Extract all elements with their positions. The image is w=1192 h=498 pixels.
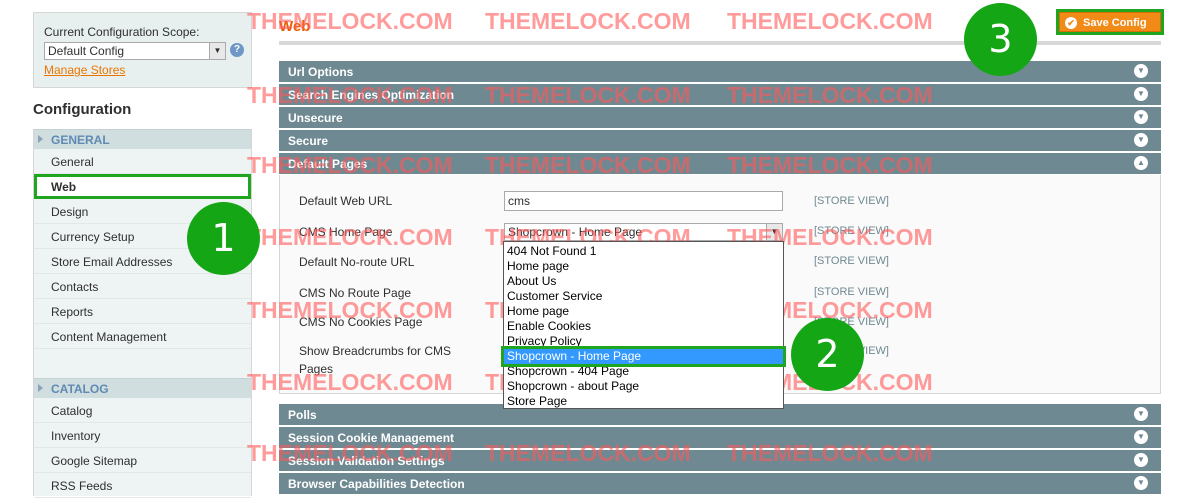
scope-select[interactable]: Default Config ▼ <box>44 42 226 60</box>
sidebar-item-rss-feeds[interactable]: RSS Feeds <box>34 473 251 498</box>
section-unsecure[interactable]: Unsecure ▼ <box>279 107 1161 128</box>
watermark: THEMELOCK.COM <box>485 82 691 108</box>
scope-tag: [STORE VIEW] <box>814 255 889 267</box>
cms-home-page-dropdown: 404 Not Found 1 Home page About Us Custo… <box>501 241 786 409</box>
watermark: THEMELOCK.COM <box>727 82 933 108</box>
expand-icon: ▼ <box>1134 110 1148 124</box>
expand-arrow-icon <box>38 135 43 143</box>
dropdown-option[interactable]: About Us <box>504 274 783 289</box>
watermark: THEMELOCK.COM <box>247 8 453 34</box>
sidebar-item-web[interactable]: Web <box>34 174 251 199</box>
dropdown-option[interactable]: Enable Cookies <box>504 319 783 334</box>
sidebar-item-catalog[interactable]: Catalog <box>34 398 251 423</box>
dropdown-option[interactable]: Shopcrown - 404 Page <box>504 364 783 379</box>
step-badge-1: 1 <box>187 202 260 275</box>
watermark: THEMELOCK.COM <box>247 369 453 395</box>
collapse-icon: ▲ <box>1134 156 1148 170</box>
section-url-options[interactable]: Url Options ▼ <box>279 61 1161 82</box>
field-label-default-web-url: Default Web URL <box>299 194 393 208</box>
chevron-down-icon: ▼ <box>209 43 225 59</box>
save-config-button[interactable]: ✔ Save Config <box>1059 12 1161 32</box>
step-badge-3: 3 <box>964 3 1037 76</box>
expand-icon: ▼ <box>1134 453 1148 467</box>
manage-stores-link[interactable]: Manage Stores <box>44 63 251 77</box>
section-secure[interactable]: Secure ▼ <box>279 130 1161 151</box>
watermark: THEMELOCK.COM <box>485 8 691 34</box>
watermark: THEMELOCK.COM <box>727 152 933 178</box>
watermark: THEMELOCK.COM <box>247 224 453 250</box>
check-icon: ✔ <box>1065 17 1077 29</box>
scope-tag: [STORE VIEW] <box>814 195 889 207</box>
sidebar-item-reports[interactable]: Reports <box>34 299 251 324</box>
sidebar-item-google-sitemap[interactable]: Google Sitemap <box>34 448 251 473</box>
expand-icon: ▼ <box>1134 430 1148 444</box>
scope-label: Current Configuration Scope: <box>44 25 200 39</box>
sidebar-group-general[interactable]: GENERAL <box>34 129 251 149</box>
dropdown-option[interactable]: Shopcrown - about Page <box>504 379 783 394</box>
save-config-label: Save Config <box>1083 17 1147 29</box>
dropdown-option[interactable]: Home page <box>504 304 783 319</box>
save-config-highlight: ✔ Save Config <box>1056 9 1164 35</box>
sidebar-item-general[interactable]: General <box>34 149 251 174</box>
expand-arrow-icon <box>38 384 43 392</box>
section-browser-capabilities-detection[interactable]: Browser Capabilities Detection ▼ <box>279 473 1161 494</box>
watermark: THEMELOCK.COM <box>727 440 933 466</box>
field-label-show-breadcrumbs: Show Breadcrumbs for CMS <box>299 344 452 358</box>
dropdown-option[interactable]: 404 Not Found 1 <box>504 244 783 259</box>
field-label-default-no-route-url: Default No-route URL <box>299 255 415 269</box>
dropdown-option[interactable]: Customer Service <box>504 289 783 304</box>
sidebar-item-inventory[interactable]: Inventory <box>34 423 251 448</box>
step-badge-2: 2 <box>791 318 864 391</box>
expand-icon: ▼ <box>1134 133 1148 147</box>
sidebar: GENERAL General Web Design Currency Setu… <box>33 129 252 498</box>
watermark: THEMELOCK.COM <box>247 440 453 466</box>
scope-select-value: Default Config <box>48 44 125 58</box>
expand-icon: ▼ <box>1134 407 1148 421</box>
sidebar-group-catalog[interactable]: CATALOG <box>34 378 251 398</box>
sidebar-item-contacts[interactable]: Contacts <box>34 274 251 299</box>
dropdown-option-selected[interactable]: Shopcrown - Home Page <box>501 346 786 367</box>
sidebar-title: Configuration <box>33 101 132 118</box>
expand-icon: ▼ <box>1134 87 1148 101</box>
sidebar-item-content-management[interactable]: Content Management <box>34 324 251 349</box>
help-icon[interactable]: ? <box>230 43 244 57</box>
dropdown-option[interactable]: Home page <box>504 259 783 274</box>
watermark: THEMELOCK.COM <box>247 152 453 178</box>
dropdown-option[interactable]: Privacy Policy <box>504 334 783 349</box>
expand-icon: ▼ <box>1134 476 1148 490</box>
watermark: THEMELOCK.COM <box>727 8 933 34</box>
config-scope-panel: Current Configuration Scope: Default Con… <box>33 12 252 88</box>
watermark: THEMELOCK.COM <box>485 440 691 466</box>
watermark: THEMELOCK.COM <box>247 82 453 108</box>
default-web-url-input[interactable]: cms <box>504 191 783 211</box>
dropdown-option[interactable]: Store Page <box>504 394 783 409</box>
watermark: THEMELOCK.COM <box>485 152 691 178</box>
watermark: THEMELOCK.COM <box>247 297 453 323</box>
expand-icon: ▼ <box>1134 64 1148 78</box>
